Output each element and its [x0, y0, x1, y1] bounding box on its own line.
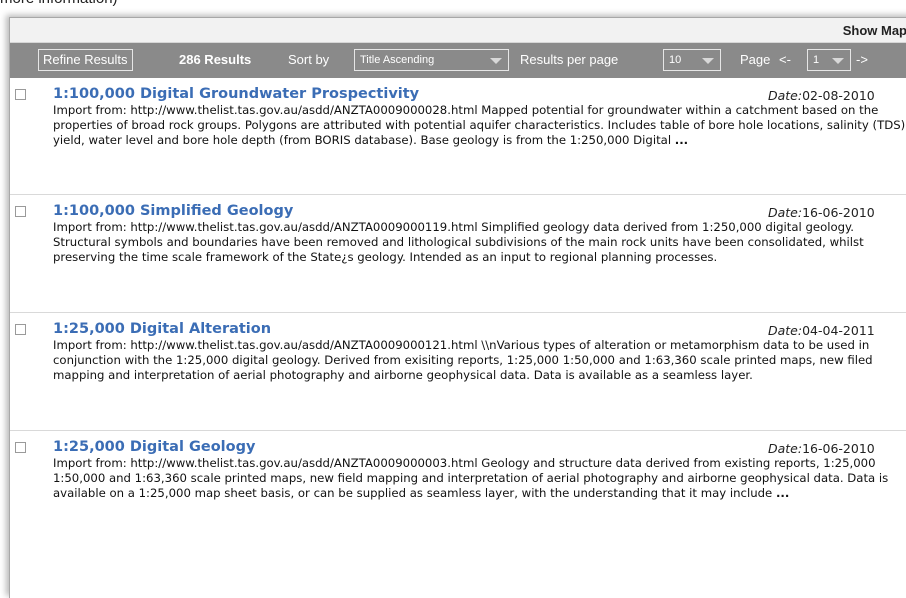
chevron-down-icon	[490, 58, 502, 64]
result-checkbox[interactable]	[15, 89, 26, 100]
previous-page-link[interactable]: <-	[779, 52, 791, 67]
date-label: Date:	[768, 88, 803, 103]
result-description: Import from: http://www.thelist.tas.gov.…	[53, 220, 906, 266]
page-select-value: 1	[813, 54, 820, 66]
result-title-link[interactable]: 1:100,000 Digital Groundwater Prospectiv…	[53, 86, 419, 102]
results-list: 1:100,000 Digital Groundwater Prospectiv…	[10, 78, 906, 561]
search-results-panel: Show Map Refine Results 286 Results Sort…	[9, 17, 906, 598]
result-item: 1:25,000 Digital Geology Date:16-06-2010…	[10, 431, 906, 561]
description-text: Import from: http://www.thelist.tas.gov.…	[53, 103, 906, 148]
result-date: Date:16-06-2010	[768, 205, 875, 220]
next-page-link[interactable]: ->	[856, 52, 868, 67]
show-map-link[interactable]: Show Map	[843, 23, 906, 38]
results-per-page-value: 10	[669, 54, 682, 66]
date-value: 16-06-2010	[802, 205, 875, 220]
result-title-link[interactable]: 1:100,000 Simplified Geology	[53, 203, 293, 219]
result-checkbox[interactable]	[15, 324, 26, 335]
description-text: Import from: http://www.thelist.tas.gov.…	[53, 456, 889, 501]
page-top-text: more information)	[0, 0, 118, 12]
page-select[interactable]: 1	[807, 49, 851, 71]
date-label: Date:	[768, 441, 803, 456]
result-item: 1:25,000 Digital Alteration Date:04-04-2…	[10, 313, 906, 431]
chevron-down-icon	[702, 58, 714, 64]
result-item: 1:100,000 Simplified Geology Date:16-06-…	[10, 195, 906, 313]
sort-select-value: Title Ascending	[360, 54, 435, 66]
result-checkbox[interactable]	[15, 206, 26, 217]
sort-by-label: Sort by	[288, 52, 330, 67]
sort-select[interactable]: Title Ascending	[354, 49, 509, 71]
show-map-bar: Show Map	[10, 18, 906, 43]
results-count: 286 Results	[179, 52, 252, 67]
result-date: Date:16-06-2010	[768, 441, 875, 456]
result-title-link[interactable]: 1:25,000 Digital Geology	[53, 439, 255, 455]
refine-results-button[interactable]: Refine Results	[38, 49, 133, 71]
result-description: Import from: http://www.thelist.tas.gov.…	[53, 103, 906, 149]
description-text: Import from: http://www.thelist.tas.gov.…	[53, 338, 873, 383]
description-text: Import from: http://www.thelist.tas.gov.…	[53, 220, 864, 265]
result-checkbox[interactable]	[15, 442, 26, 453]
result-description: Import from: http://www.thelist.tas.gov.…	[53, 456, 906, 502]
more-ellipsis[interactable]: ...	[675, 133, 688, 147]
results-per-page-select[interactable]: 10	[663, 49, 721, 71]
page-label: Page	[740, 52, 771, 67]
result-item: 1:100,000 Digital Groundwater Prospectiv…	[10, 78, 906, 195]
result-title-link[interactable]: 1:25,000 Digital Alteration	[53, 321, 271, 337]
result-date: Date:02-08-2010	[768, 88, 875, 103]
date-label: Date:	[768, 205, 803, 220]
date-value: 16-06-2010	[802, 441, 875, 456]
results-per-page-label: Results per page	[520, 52, 619, 67]
result-date: Date:04-04-2011	[768, 323, 875, 338]
results-toolbar: Refine Results 286 Results Sort by Title…	[10, 43, 906, 78]
more-ellipsis[interactable]: ...	[776, 486, 789, 500]
date-value: 04-04-2011	[802, 323, 875, 338]
chevron-down-icon	[832, 58, 844, 64]
date-value: 02-08-2010	[802, 88, 875, 103]
result-description: Import from: http://www.thelist.tas.gov.…	[53, 338, 906, 384]
date-label: Date:	[768, 323, 803, 338]
